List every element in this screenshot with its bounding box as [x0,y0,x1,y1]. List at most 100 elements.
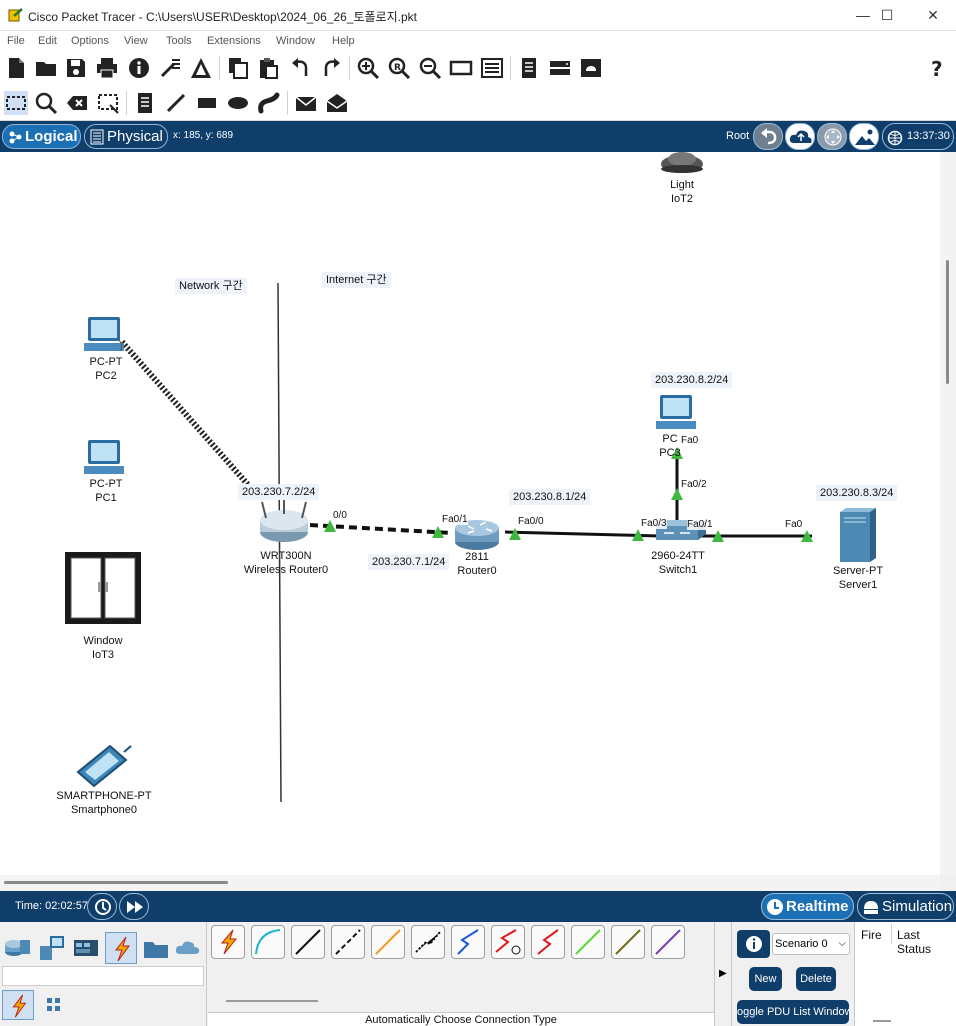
device-search-input[interactable] [2,966,204,986]
note-router-fa01-ip[interactable]: 203.230.7.1/24 [368,554,450,570]
connections-category-selected[interactable] [105,932,137,964]
network-devices-category-icon[interactable] [4,934,32,962]
connection-subtype-selected[interactable] [2,990,34,1020]
zoom-in-icon[interactable] [356,56,380,80]
paste-icon[interactable] [256,56,280,80]
pc1-icon[interactable] [84,440,124,474]
components-category-icon[interactable] [72,934,100,962]
close-button[interactable]: ✕ [910,0,956,31]
back-button[interactable] [753,123,783,150]
miscellaneous-category-icon[interactable] [142,934,170,962]
select-icon[interactable] [4,91,28,115]
cable-console[interactable] [251,925,285,959]
save-icon[interactable] [64,56,88,80]
vertical-scrollbar[interactable] [940,152,956,875]
note-pc3-ip[interactable]: 203.230.8.2/24 [651,372,733,388]
new-scenario-button[interactable]: New [749,967,782,991]
set-background-button[interactable] [849,123,879,150]
cable-octal[interactable] [571,925,605,959]
cable-iot[interactable] [611,925,645,959]
pc2-icon[interactable] [84,317,124,352]
column-fire[interactable]: Fire [861,928,882,942]
activity-wizard-icon[interactable] [158,56,182,80]
power-cycle-button[interactable] [87,893,117,920]
note-server-ip[interactable]: 203.230.8.3/24 [816,485,898,501]
note-icon[interactable] [517,56,541,80]
undo-icon[interactable] [289,56,313,80]
inspect-icon[interactable] [34,91,58,115]
realtime-mode-button[interactable]: Realtime [761,893,854,920]
open-folder-icon[interactable] [34,56,58,80]
redo-icon[interactable] [319,56,343,80]
device-icon[interactable] [548,56,572,80]
logical-workspace-canvas[interactable]: Light IoT2 PC-PT PC2 PC-PT PC1 Window Io… [0,152,940,875]
note-internet-zone[interactable]: Internet 구간 [322,272,391,288]
grid-view-icon[interactable] [45,996,63,1014]
panel-expand-toggle[interactable]: ▶ [714,922,732,1026]
clock-button[interactable]: 13:37:30 [882,123,954,150]
custom-devices-dialog-icon[interactable] [480,56,504,80]
menu-edit[interactable]: Edit [38,35,57,47]
wireless-router0-icon[interactable] [260,500,308,542]
cable-serial-dte[interactable] [531,925,565,959]
place-note-icon[interactable] [133,91,157,115]
note-router-fa00-ip[interactable]: 203.230.8.1/24 [509,489,591,505]
cable-copper-straight[interactable] [291,925,325,959]
scenario-select[interactable]: Scenario 0 ⌵ [772,933,850,955]
zoom-out-icon[interactable] [418,56,442,80]
pc3-icon[interactable] [656,395,696,429]
menu-window[interactable]: Window [276,35,315,47]
menu-extensions[interactable]: Extensions [207,35,261,47]
fast-forward-button[interactable] [119,893,149,920]
zoom-reset-icon[interactable]: R [387,56,411,80]
delete-scenario-button[interactable]: Delete [796,967,836,991]
copy-icon[interactable] [226,56,250,80]
maximize-button[interactable]: ☐ [864,0,910,31]
custom-device-icon[interactable] [189,56,213,80]
help-icon[interactable]: ? [926,56,950,80]
window-iot3-icon[interactable] [65,552,141,624]
move-object-button[interactable] [817,123,847,150]
new-file-icon[interactable] [4,56,28,80]
simple-pdu-icon[interactable] [294,91,318,115]
note-wrt-ip[interactable]: 203.230.7.2/24 [238,484,320,500]
light-iot2-icon[interactable] [661,152,703,173]
tab-logical[interactable]: Logical [2,124,81,149]
server1-icon[interactable] [840,508,876,562]
cable-automatic[interactable] [211,925,245,959]
toggle-pdu-list-button[interactable]: oggle PDU List Window [737,1000,849,1024]
cluster-icon[interactable] [579,56,603,80]
cluster-cloud-button[interactable] [785,123,815,150]
complex-pdu-icon[interactable] [325,91,349,115]
smartphone0-icon[interactable] [76,744,132,788]
line-icon[interactable] [164,91,188,115]
end-devices-category-icon[interactable] [38,934,66,962]
cable-usb[interactable] [651,925,685,959]
resize-icon[interactable] [96,91,120,115]
menu-view[interactable]: View [124,35,148,47]
connections-scrollbar[interactable] [226,1000,318,1002]
delete-icon[interactable] [65,91,89,115]
info-icon[interactable] [127,56,151,80]
column-last-status[interactable]: Last Status [897,928,956,956]
drawing-palette-icon[interactable] [449,56,473,80]
menu-options[interactable]: Options [71,35,109,47]
menu-help[interactable]: Help [332,35,355,47]
horizontal-scroll-thumb[interactable] [4,881,228,884]
print-icon[interactable] [95,56,119,80]
vertical-scroll-thumb[interactable] [946,260,949,384]
cable-copper-cross[interactable] [331,925,365,959]
cable-serial-dce[interactable] [491,925,525,959]
cable-fiber[interactable] [371,925,405,959]
ellipse-icon[interactable] [226,91,250,115]
cable-phone[interactable] [411,925,445,959]
horizontal-scrollbar[interactable] [0,875,940,891]
simulation-mode-button[interactable]: Simulation [857,893,954,920]
rectangle-icon[interactable] [195,91,219,115]
menu-tools[interactable]: Tools [166,35,192,47]
tab-physical[interactable]: Physical [84,124,168,149]
scenario-info-button[interactable] [737,930,770,958]
cable-coaxial[interactable] [451,925,485,959]
menu-file[interactable]: File [7,35,25,47]
multiuser-category-icon[interactable] [175,934,203,962]
